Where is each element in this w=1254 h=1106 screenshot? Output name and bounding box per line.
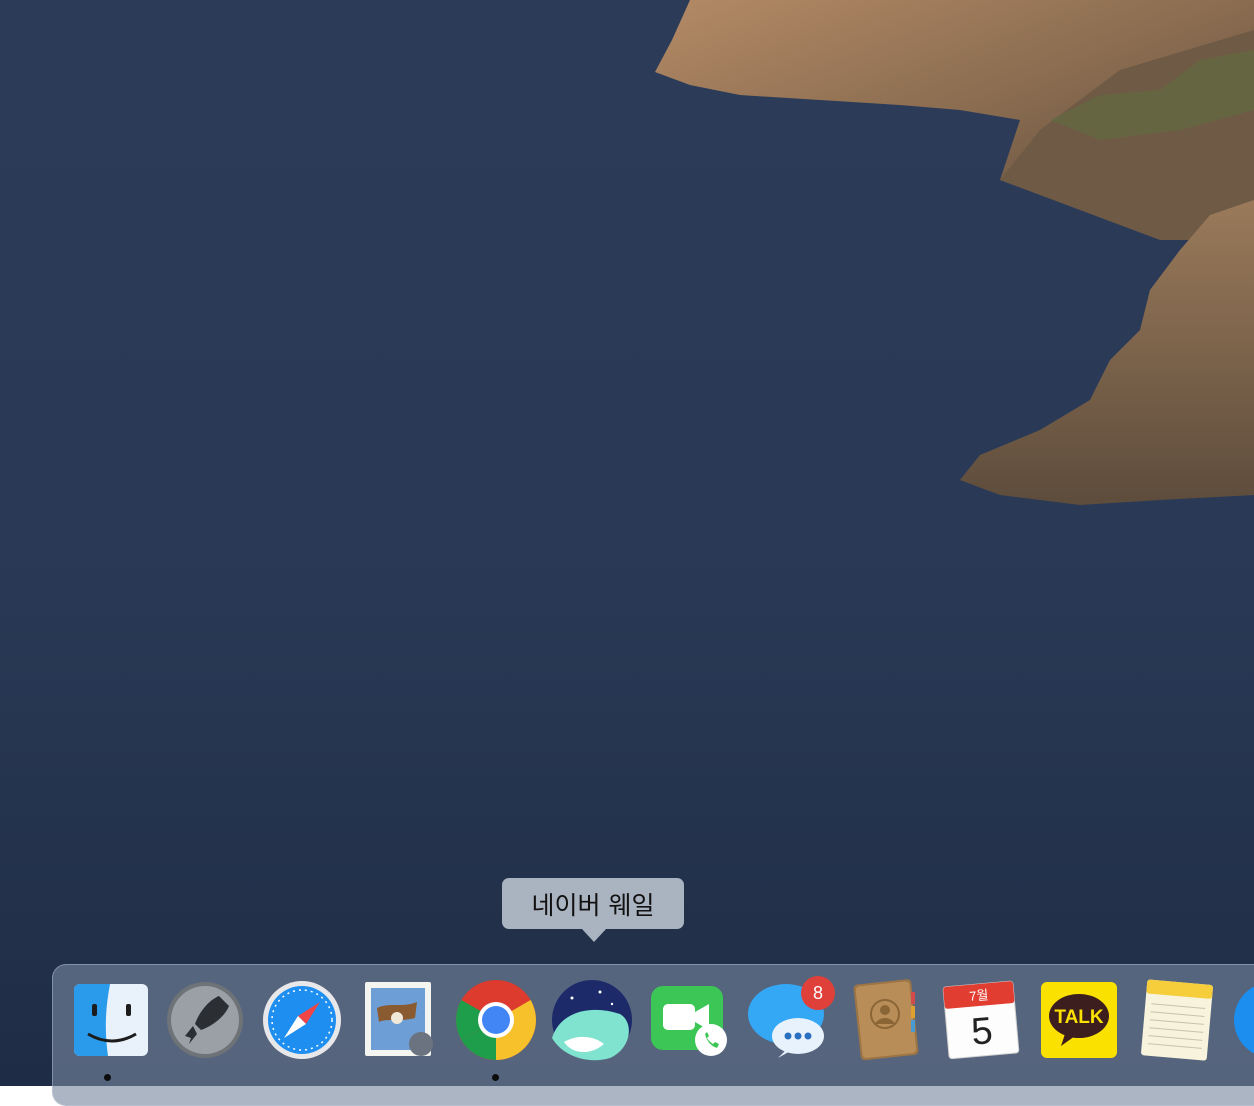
- naver-whale-icon: [552, 980, 632, 1061]
- dock-item-facetime[interactable]: [647, 978, 731, 1062]
- calendar-month-label: 7월: [969, 987, 989, 1004]
- safari-icon: [263, 981, 341, 1059]
- calendar-icon: 7월 5: [942, 980, 1020, 1060]
- notes-icon: [1141, 979, 1213, 1061]
- mail-icon: [365, 982, 433, 1056]
- facetime-icon: [651, 986, 727, 1056]
- launchpad-icon: [167, 982, 243, 1058]
- dock-item-notes[interactable]: [1134, 978, 1218, 1062]
- calendar-day-label: 5: [970, 1010, 995, 1054]
- dock-item-calendar[interactable]: 7월 5: [938, 978, 1022, 1062]
- dock-item-chrome[interactable]: [454, 978, 538, 1062]
- dock-item-launchpad[interactable]: [163, 978, 247, 1062]
- app-store-icon: [1234, 986, 1254, 1054]
- running-indicator-chrome: [492, 1074, 499, 1081]
- dock-item-mail[interactable]: [357, 978, 441, 1062]
- contacts-icon: [853, 979, 919, 1061]
- dock-item-app-store[interactable]: [1230, 978, 1254, 1062]
- app-tooltip: 네이버 웨일: [502, 878, 684, 942]
- dock-item-finder[interactable]: [70, 978, 154, 1062]
- dock-item-naver-whale[interactable]: [550, 978, 634, 1062]
- kakaotalk-icon: TALK: [1041, 982, 1117, 1058]
- dock-item-contacts[interactable]: [841, 978, 925, 1062]
- dock-item-safari[interactable]: [260, 978, 344, 1062]
- kakaotalk-label: TALK: [1054, 1007, 1104, 1028]
- dock-item-kakaotalk[interactable]: TALK: [1037, 978, 1121, 1062]
- chrome-icon: [456, 980, 536, 1060]
- finder-icon: [74, 984, 148, 1056]
- messages-badge: 8: [801, 976, 835, 1010]
- running-indicator-finder: [104, 1074, 111, 1081]
